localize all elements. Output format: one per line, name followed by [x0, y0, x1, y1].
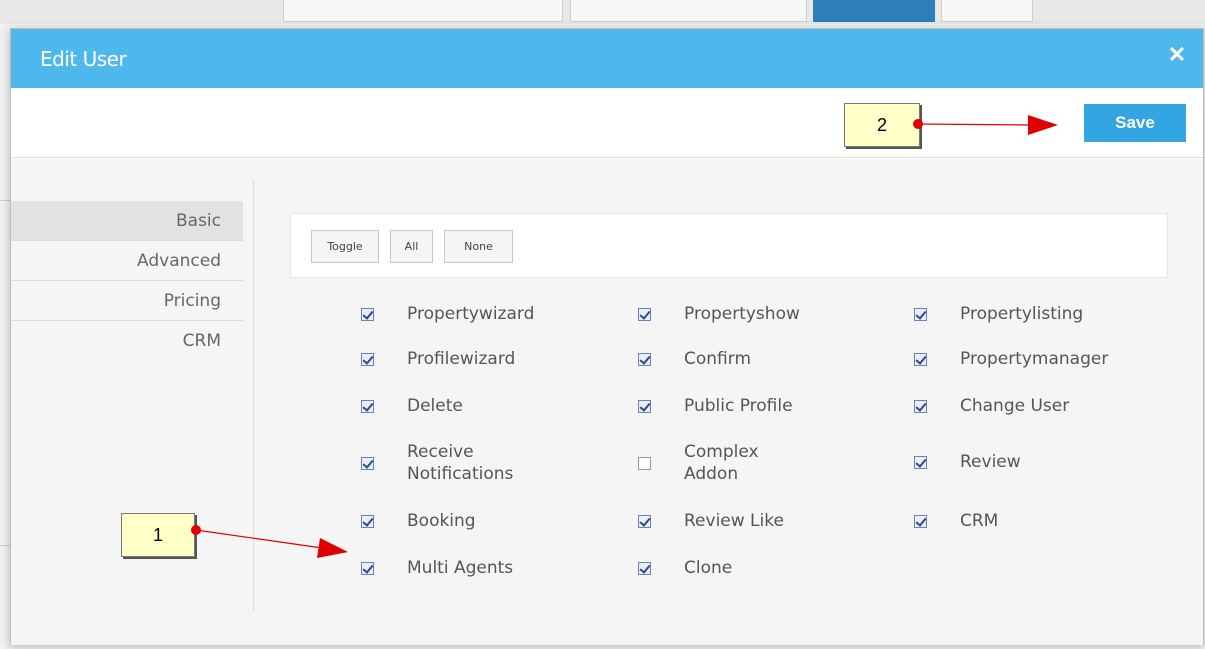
permission-item: CRM: [914, 510, 998, 532]
modal-body: Basic Advanced Pricing CRM Toggle All No…: [11, 159, 1203, 645]
checkbox-change-user[interactable]: [914, 399, 927, 413]
background-tab: [941, 0, 1033, 22]
sidenav-divider: [253, 179, 254, 611]
checkbox-propertylisting[interactable]: [914, 307, 927, 321]
checkbox-review-like[interactable]: [638, 514, 651, 528]
toggle-button[interactable]: Toggle: [311, 230, 379, 263]
permission-label: Change User: [960, 396, 1070, 416]
permission-label: Review: [960, 452, 1021, 472]
checkbox-complex-addon[interactable]: [638, 456, 651, 470]
background-divider: [0, 545, 10, 546]
checkbox-profilewizard[interactable]: [361, 352, 374, 366]
save-button[interactable]: Save: [1084, 104, 1186, 142]
permission-label: Complex Addon: [684, 442, 759, 484]
permission-item: Review Like: [638, 510, 784, 532]
checkbox-review[interactable]: [914, 455, 927, 469]
permission-item: Delete: [361, 395, 463, 417]
permission-item: Review: [914, 451, 1021, 473]
select-all-button[interactable]: All: [390, 230, 433, 263]
sidenav-item-advanced[interactable]: Advanced: [11, 241, 243, 281]
checkbox-public-profile[interactable]: [638, 399, 651, 413]
sidenav: Basic Advanced Pricing CRM: [11, 201, 243, 361]
permission-item: Multi Agents: [361, 557, 513, 579]
permission-label: Profilewizard: [407, 349, 516, 369]
permission-label: Public Profile: [684, 396, 793, 416]
modal-title: Edit User: [40, 47, 127, 71]
permission-label: Propertymanager: [960, 349, 1109, 369]
background-tab: [283, 0, 563, 22]
permission-label: Confirm: [684, 349, 752, 369]
permission-item: Propertylisting: [914, 303, 1083, 325]
permission-item: Clone: [638, 557, 732, 579]
permission-item: Complex Addon: [638, 441, 774, 485]
sidenav-item-crm[interactable]: CRM: [11, 321, 243, 361]
permission-label: Clone: [684, 558, 733, 578]
permission-item: Confirm: [638, 348, 751, 370]
permission-label: Receive Notifications: [407, 442, 514, 484]
background-tab-active: [813, 0, 935, 22]
checkbox-crm[interactable]: [914, 514, 927, 528]
permission-item: Profilewizard: [361, 348, 515, 370]
permission-label: Propertyshow: [684, 304, 800, 324]
select-none-button[interactable]: None: [444, 230, 513, 263]
annotation-callout-2: 2: [844, 103, 920, 147]
permission-item: Propertymanager: [914, 348, 1108, 370]
checkbox-clone[interactable]: [638, 561, 651, 575]
permission-label: Propertylisting: [960, 304, 1084, 324]
permission-label: Booking: [407, 511, 476, 531]
permission-label: Delete: [407, 396, 463, 416]
sidenav-item-basic[interactable]: Basic: [11, 201, 243, 241]
toggle-bar: Toggle All None: [290, 213, 1168, 278]
permission-item: Receive Notifications: [361, 441, 527, 485]
permission-label: Review Like: [684, 511, 784, 531]
close-icon[interactable]: ✕: [1165, 43, 1189, 67]
checkbox-delete[interactable]: [361, 399, 374, 413]
annotation-callout-1: 1: [121, 513, 195, 557]
checkbox-propertywizard[interactable]: [361, 307, 374, 321]
permission-label: CRM: [960, 511, 999, 531]
checkbox-propertyshow[interactable]: [638, 307, 651, 321]
permission-item: Public Profile: [638, 395, 793, 417]
permission-item: Propertywizard: [361, 303, 534, 325]
checkbox-booking[interactable]: [361, 514, 374, 528]
modal-header: Edit User ✕: [11, 29, 1203, 88]
checkbox-confirm[interactable]: [638, 352, 651, 366]
sidenav-item-pricing[interactable]: Pricing: [11, 281, 243, 321]
modal-toolbar: Save: [11, 88, 1203, 158]
permission-item: Booking: [361, 510, 476, 532]
checkbox-multi-agents[interactable]: [361, 561, 374, 575]
checkbox-receive-notifications[interactable]: [361, 456, 374, 470]
background-divider: [0, 200, 10, 201]
checkbox-propertymanager[interactable]: [914, 352, 927, 366]
permission-item: Propertyshow: [638, 303, 800, 325]
permission-label: Multi Agents: [407, 558, 514, 578]
permission-label: Propertywizard: [407, 304, 535, 324]
permission-item: Change User: [914, 395, 1069, 417]
background-tab: [570, 0, 807, 22]
